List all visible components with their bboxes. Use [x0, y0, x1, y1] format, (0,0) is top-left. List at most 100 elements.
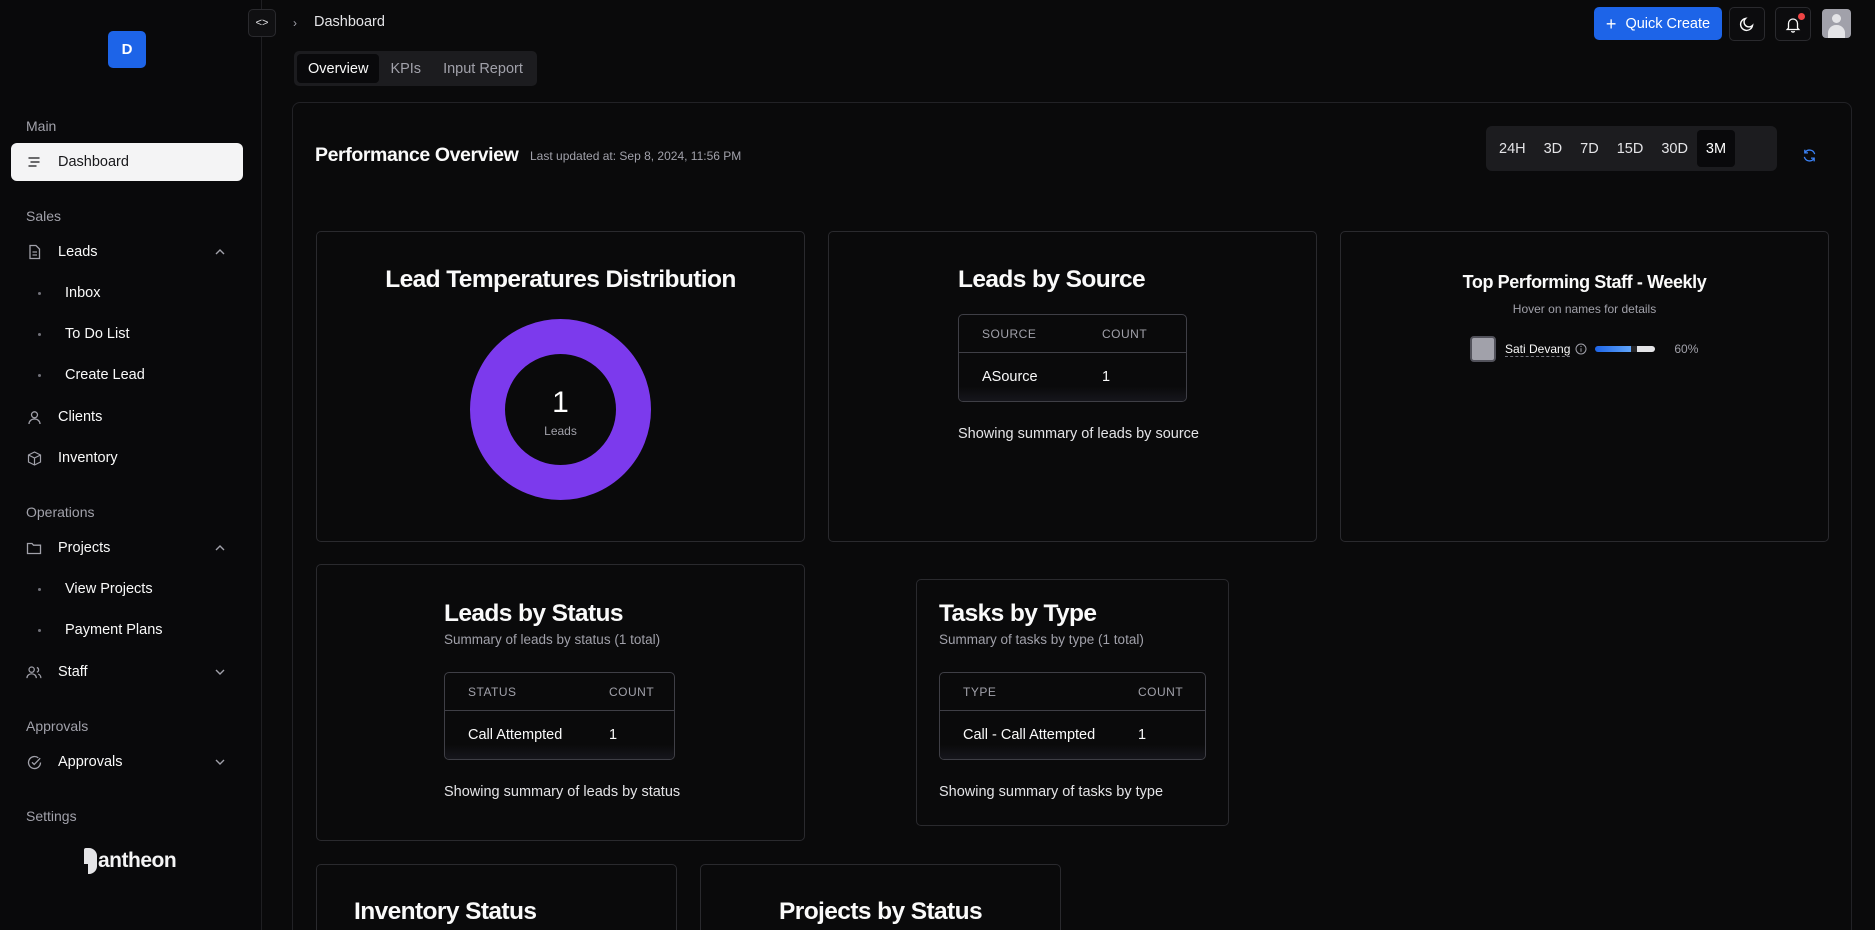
quick-create-label: Quick Create — [1625, 15, 1711, 32]
cell-type: Call - Call Attempted — [963, 727, 1096, 743]
sidebar-item-staff[interactable]: Staff — [11, 653, 243, 691]
users-icon — [26, 664, 42, 680]
column-header-source: SOURCE — [982, 326, 1037, 341]
range-15d[interactable]: 15D — [1608, 130, 1653, 167]
bullet-icon — [38, 332, 41, 336]
cell-source: ASource — [982, 369, 1038, 385]
app-logo[interactable]: D — [108, 31, 146, 68]
column-header-count: COUNT — [609, 684, 655, 699]
plus-icon: + — [1605, 13, 1617, 34]
staff-avatar — [1470, 336, 1496, 362]
sidebar-item-label: Staff — [58, 664, 88, 680]
sidebar-subitem-label: Create Lead — [65, 367, 145, 383]
card-title: Inventory Status — [354, 898, 537, 925]
table-header: STATUS COUNT — [445, 673, 674, 711]
sidebar-subitem-todo[interactable]: To Do List — [38, 319, 129, 349]
section-label-settings[interactable]: Settings — [26, 808, 77, 824]
sliders-icon — [26, 154, 42, 170]
range-3d[interactable]: 3D — [1535, 130, 1572, 167]
sidebar-subitem-payment-plans[interactable]: Payment Plans — [38, 615, 163, 645]
bullet-icon — [38, 373, 41, 377]
source-caption: Showing summary of leads by source — [958, 426, 1199, 442]
column-header-count: COUNT — [1102, 326, 1148, 341]
range-3m[interactable]: 3M — [1696, 130, 1736, 167]
sidebar-subitem-label: Payment Plans — [65, 622, 163, 638]
sidebar-item-projects[interactable]: Projects — [11, 529, 243, 567]
user-icon — [26, 409, 42, 425]
section-label-main: Main — [26, 118, 57, 134]
progress-fill — [1595, 346, 1632, 352]
user-avatar[interactable] — [1822, 9, 1851, 38]
staff-name[interactable]: Sati Devang — [1505, 342, 1571, 357]
refresh-icon[interactable] — [1802, 148, 1817, 163]
sidebar-subitem-inbox[interactable]: Inbox — [38, 278, 100, 308]
range-7d[interactable]: 7D — [1571, 130, 1608, 167]
range-24h[interactable]: 24H — [1490, 130, 1535, 167]
cell-count: 1 — [1102, 369, 1111, 385]
tab-overview[interactable]: Overview — [297, 54, 380, 83]
notifications-button[interactable] — [1775, 7, 1811, 41]
sidebar-item-label: Approvals — [58, 754, 123, 770]
notification-badge — [1798, 13, 1805, 20]
folder-icon — [26, 540, 42, 556]
breadcrumb[interactable]: Dashboard — [314, 14, 385, 30]
sidebar-subitem-create-lead[interactable]: Create Lead — [38, 360, 145, 390]
tab-kpis[interactable]: KPIs — [379, 54, 432, 83]
card-subtitle: Hover on names for details — [1512, 302, 1657, 316]
card-title: Leads by Status — [444, 600, 623, 627]
bullet-icon — [38, 587, 41, 591]
theme-toggle-button[interactable] — [1729, 7, 1765, 41]
sidebar-item-dashboard[interactable]: Dashboard — [11, 143, 243, 181]
chevron-down-icon[interactable] — [213, 755, 227, 769]
chevron-up-icon[interactable] — [213, 541, 227, 555]
card-title: Projects by Status — [779, 898, 983, 925]
bullet-icon — [38, 628, 41, 632]
sidebar-item-label: Dashboard — [58, 154, 129, 170]
table-header: SOURCE COUNT — [959, 315, 1186, 353]
brand-name: antheon — [98, 849, 177, 872]
sidebar-item-clients[interactable]: Clients — [11, 398, 243, 436]
card-title: Tasks by Type — [939, 600, 1097, 627]
donut-label: Leads — [544, 424, 577, 438]
quick-create-button[interactable]: + Quick Create — [1594, 7, 1722, 40]
cell-count: 1 — [1138, 727, 1147, 743]
brand-logo: antheon — [84, 848, 177, 874]
source-table: SOURCE COUNT ASource 1 — [958, 314, 1187, 402]
chevron-right-icon: › — [293, 16, 297, 30]
chevron-up-icon[interactable] — [213, 245, 227, 259]
progress-remaining — [1637, 346, 1656, 352]
cell-status: Call Attempted — [468, 727, 563, 743]
card-title: Leads by Source — [958, 266, 1146, 293]
section-label-operations: Operations — [26, 504, 95, 520]
table-row[interactable]: ASource 1 — [959, 353, 1186, 401]
sidebar-item-label: Clients — [58, 409, 103, 425]
tab-input-report[interactable]: Input Report — [432, 54, 534, 83]
card-title: Lead Temperatures Distribution — [385, 266, 736, 293]
tasks-caption: Showing summary of tasks by type — [939, 784, 1164, 800]
sidebar-subitem-label: Inbox — [65, 285, 101, 301]
card-subtitle: Summary of tasks by type (1 total) — [939, 632, 1144, 647]
last-updated: Last updated at: Sep 8, 2024, 11:56 PM — [530, 149, 742, 163]
chevron-down-icon[interactable] — [213, 665, 227, 679]
card-title: Top Performing Staff - Weekly — [1462, 272, 1707, 292]
range-30d[interactable]: 30D — [1652, 130, 1697, 167]
brand-mark-icon — [84, 848, 97, 874]
moon-icon — [1739, 17, 1754, 32]
column-header-status: STATUS — [468, 684, 517, 699]
sidebar-item-approvals[interactable]: Approvals — [11, 743, 243, 781]
tasks-table: TYPE COUNT Call - Call Attempted 1 — [939, 672, 1206, 760]
sidebar-item-inventory[interactable]: Inventory — [11, 439, 243, 477]
sidebar-toggle-button[interactable]: <> — [248, 9, 276, 37]
time-range-selector: 24H 3D 7D 15D 30D 3M — [1486, 126, 1777, 171]
sidebar-item-leads[interactable]: Leads — [11, 233, 243, 271]
sidebar-item-label: Projects — [58, 540, 111, 556]
document-icon — [26, 244, 42, 260]
table-row[interactable]: Call Attempted 1 — [445, 711, 674, 759]
sidebar-item-label: Leads — [58, 244, 98, 260]
info-icon[interactable] — [1575, 343, 1587, 355]
app-root: D Main Dashboard Sales Leads Inbox To Do… — [0, 0, 1875, 930]
table-row[interactable]: Call - Call Attempted 1 — [940, 711, 1205, 759]
sidebar-subitem-view-projects[interactable]: View Projects — [38, 574, 153, 604]
staff-row[interactable]: Sati Devang 60% — [1470, 336, 1698, 362]
status-table: STATUS COUNT Call Attempted 1 — [444, 672, 675, 760]
